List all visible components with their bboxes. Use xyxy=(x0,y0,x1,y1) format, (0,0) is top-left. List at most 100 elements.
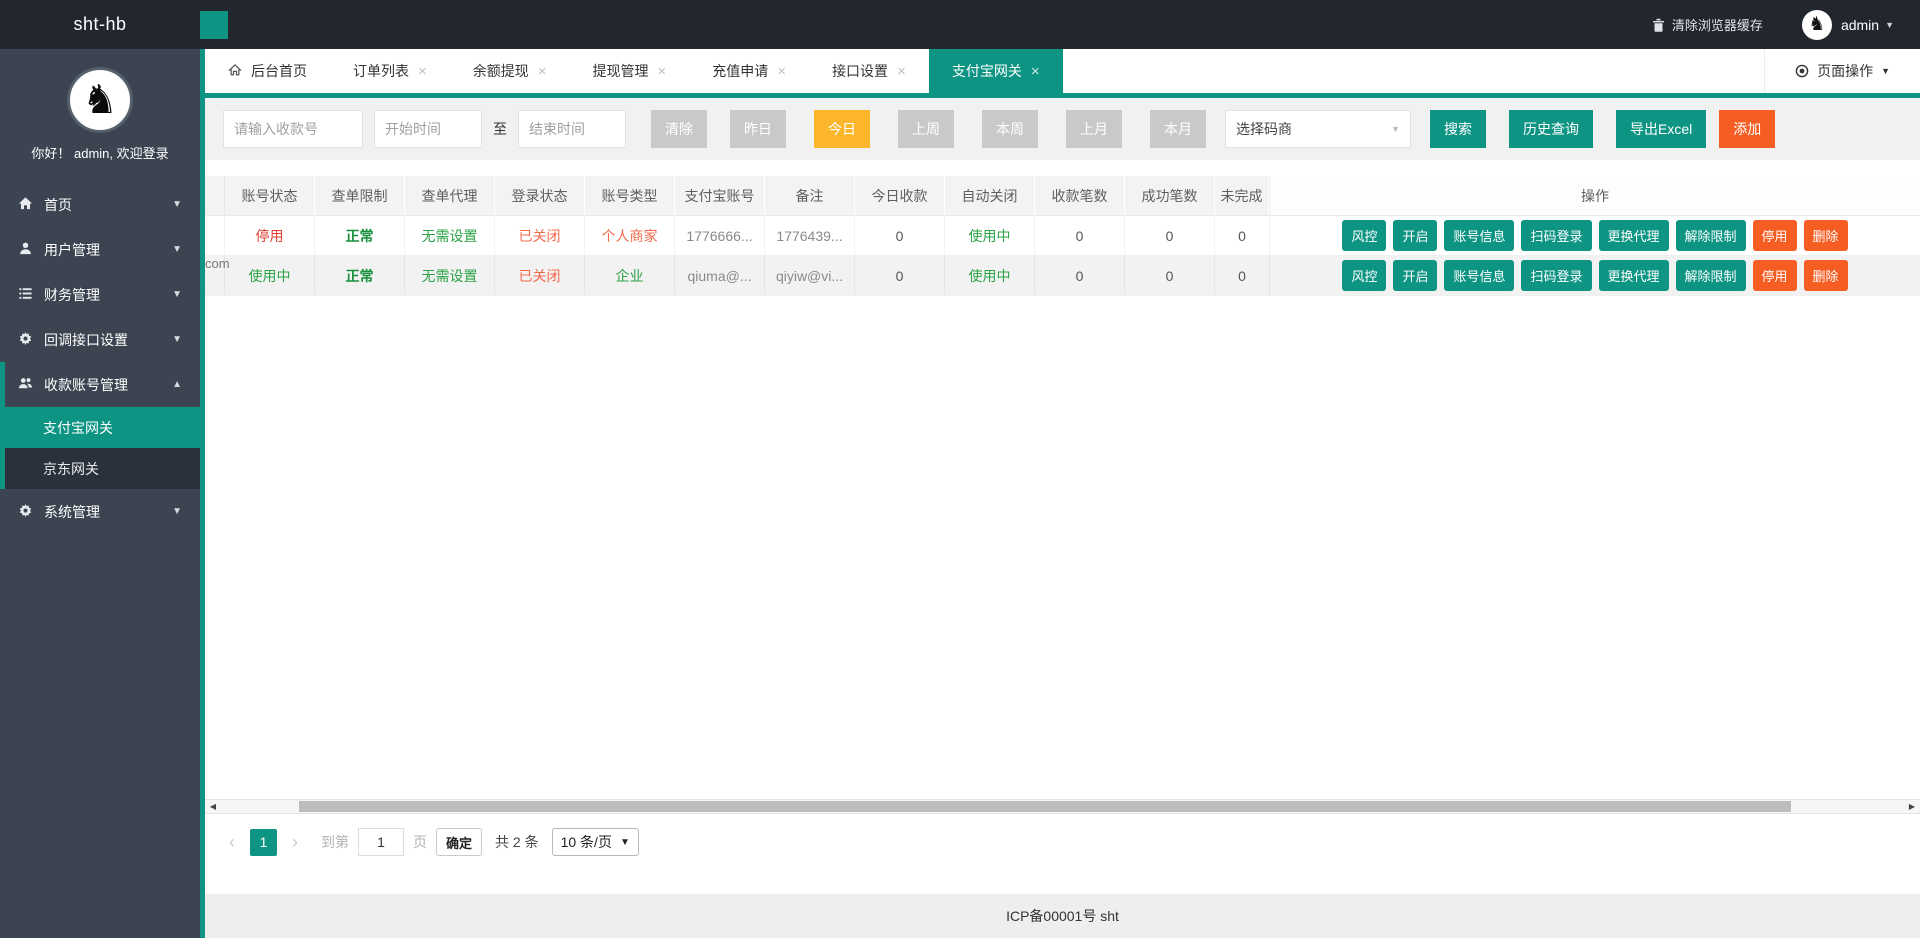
sidebar-item-2[interactable]: 财务管理▼ xyxy=(0,272,200,317)
sidebar-item-3[interactable]: 回调接口设置▼ xyxy=(0,317,200,362)
tabs-container: 后台首页订单列表×余额提现×提现管理×充值申请×接口设置×支付宝网关× xyxy=(205,49,1063,93)
period-button-2[interactable]: 上周 xyxy=(898,110,954,148)
clipped-cell: com xyxy=(205,256,225,295)
admin-menu[interactable]: admin ▼ xyxy=(1841,17,1894,33)
period-button-4[interactable]: 上月 xyxy=(1066,110,1122,148)
tab-0[interactable]: 后台首页 xyxy=(205,49,330,93)
chevron-down-icon: ▼ xyxy=(172,289,182,300)
export-excel-button[interactable]: 导出Excel xyxy=(1616,110,1706,148)
table-cell: 1776439... xyxy=(765,216,855,255)
action-button-5[interactable]: 解除限制 xyxy=(1676,220,1746,251)
scroll-left-arrow[interactable]: ◀ xyxy=(205,802,221,811)
table-cell: 0 xyxy=(1035,256,1125,295)
greeting-text: 你好！ admin, 欢迎登录 xyxy=(0,143,200,162)
period-button-0[interactable]: 昨日 xyxy=(730,110,786,148)
column-header: 收款笔数 xyxy=(1035,176,1125,215)
action-button-6[interactable]: 停用 xyxy=(1753,260,1797,291)
action-button-3[interactable]: 扫码登录 xyxy=(1521,220,1591,251)
tab-5[interactable]: 接口设置 × xyxy=(809,49,929,93)
table-cell: 使用中 xyxy=(225,256,315,295)
content-panel: 账号状态查单限制查单代理登录状态账号类型支付宝账号备注今日收款自动关闭收款笔数成… xyxy=(205,160,1920,894)
sidebar-item-1[interactable]: 用户管理▼ xyxy=(0,227,200,272)
horizontal-scrollbar[interactable]: ◀ ▶ xyxy=(205,799,1920,814)
sidebar-subitem-1[interactable]: 京东网关 xyxy=(5,448,200,489)
tab-label: 余额提现 xyxy=(473,61,529,81)
sidebar-item-5[interactable]: 系统管理▼ xyxy=(0,489,200,534)
add-button[interactable]: 添加 xyxy=(1719,110,1775,148)
gear-icon xyxy=(18,503,33,521)
action-button-7[interactable]: 删除 xyxy=(1804,220,1848,251)
close-icon[interactable]: × xyxy=(658,63,667,80)
sidebar-item-4[interactable]: 收款账号管理▲ xyxy=(5,362,200,407)
tab-label: 支付宝网关 xyxy=(952,61,1022,81)
clear-button[interactable]: 清除 xyxy=(651,110,707,148)
close-icon[interactable]: × xyxy=(1031,63,1040,80)
column-header: 账号状态 xyxy=(225,176,315,215)
row-actions: 风控开启账号信息扫码登录更换代理解除限制停用删除 xyxy=(1269,216,1920,255)
sidebar-item-0[interactable]: 首页▼ xyxy=(0,182,200,227)
current-page-button[interactable]: 1 xyxy=(250,829,277,856)
tab-bar: 后台首页订单列表×余额提现×提现管理×充值申请×接口设置×支付宝网关× 页面操作… xyxy=(205,49,1920,98)
footer: ICP备00001号 sht xyxy=(205,894,1920,938)
action-button-1[interactable]: 开启 xyxy=(1393,260,1437,291)
action-button-0[interactable]: 风控 xyxy=(1342,220,1386,251)
page-actions-menu[interactable]: 页面操作 ▼ xyxy=(1764,49,1920,93)
column-header: 自动关闭 xyxy=(945,176,1035,215)
scroll-right-arrow[interactable]: ▶ xyxy=(1904,802,1920,811)
table-cell: 使用中 xyxy=(945,216,1035,255)
close-icon[interactable]: × xyxy=(897,63,906,80)
scrollbar-thumb[interactable] xyxy=(299,801,1791,812)
action-button-1[interactable]: 开启 xyxy=(1393,220,1437,251)
sidebar-subitem-0[interactable]: 支付宝网关 xyxy=(5,407,200,448)
confirm-page-button[interactable]: 确定 xyxy=(436,828,482,856)
period-button-1[interactable]: 今日 xyxy=(814,110,870,148)
clipped-column-header xyxy=(205,176,225,215)
clear-cache-button[interactable]: 清除浏览器缓存 xyxy=(1652,15,1763,34)
table-cell: 已关闭 xyxy=(495,256,585,295)
tab-4[interactable]: 充值申请× xyxy=(689,49,809,93)
action-button-4[interactable]: 更换代理 xyxy=(1599,220,1669,251)
action-button-7[interactable]: 删除 xyxy=(1804,260,1848,291)
close-icon[interactable]: × xyxy=(777,63,786,80)
start-date-input[interactable] xyxy=(374,110,482,148)
tab-label: 接口设置 xyxy=(832,61,888,81)
tab-label: 提现管理 xyxy=(593,61,649,81)
tab-3[interactable]: 提现管理 × xyxy=(570,49,690,93)
sidebar-toggle-button[interactable] xyxy=(200,11,228,39)
topbar: sht-hb 清除浏览器缓存 ♞ admin ▼ xyxy=(0,0,1920,49)
prev-page-button[interactable]: ‹ xyxy=(223,832,241,853)
list-icon xyxy=(18,286,33,304)
users-icon xyxy=(18,376,33,394)
action-button-2[interactable]: 账号信息 xyxy=(1444,260,1514,291)
tab-1[interactable]: 订单列表× xyxy=(330,49,450,93)
period-button-3[interactable]: 本周 xyxy=(982,110,1038,148)
radio-dot-icon xyxy=(1795,64,1809,78)
table-cell: 1776666... xyxy=(675,216,765,255)
action-button-3[interactable]: 扫码登录 xyxy=(1521,260,1591,291)
page-size-select[interactable]: 10 条/页 ▼ xyxy=(552,828,639,856)
search-button[interactable]: 搜索 xyxy=(1430,110,1486,148)
action-button-4[interactable]: 更换代理 xyxy=(1599,260,1669,291)
topbar-right: 清除浏览器缓存 ♞ admin ▼ xyxy=(1652,10,1920,40)
action-button-6[interactable]: 停用 xyxy=(1753,220,1797,251)
goto-page-input[interactable] xyxy=(358,828,404,856)
action-button-0[interactable]: 风控 xyxy=(1342,260,1386,291)
tab-label: 后台首页 xyxy=(251,61,307,81)
merchant-select[interactable]: 选择码商 ▼ xyxy=(1225,110,1411,148)
tab-2[interactable]: 余额提现 × xyxy=(450,49,570,93)
close-icon[interactable]: × xyxy=(538,63,547,80)
icp-label: ICP备00001号 sht xyxy=(1006,906,1119,926)
table-cell: qiuma@... xyxy=(675,256,765,295)
end-date-input[interactable] xyxy=(518,110,626,148)
close-icon[interactable]: × xyxy=(418,63,427,80)
pagination: ‹ 1 › 到第 页 确定 共 2 条 10 条/页 ▼ xyxy=(205,828,1920,856)
filter-bar: 至 清除 昨日今日上周本周上月本月 选择码商 ▼ 搜索 历史查询 导出Excel… xyxy=(205,98,1920,160)
sidebar-item-label: 收款账号管理 xyxy=(44,375,128,395)
account-input[interactable] xyxy=(223,110,363,148)
action-button-2[interactable]: 账号信息 xyxy=(1444,220,1514,251)
next-page-button[interactable]: › xyxy=(286,832,304,853)
action-button-5[interactable]: 解除限制 xyxy=(1676,260,1746,291)
tab-6[interactable]: 支付宝网关 × xyxy=(929,49,1063,93)
period-button-5[interactable]: 本月 xyxy=(1150,110,1206,148)
history-button[interactable]: 历史查询 xyxy=(1509,110,1593,148)
